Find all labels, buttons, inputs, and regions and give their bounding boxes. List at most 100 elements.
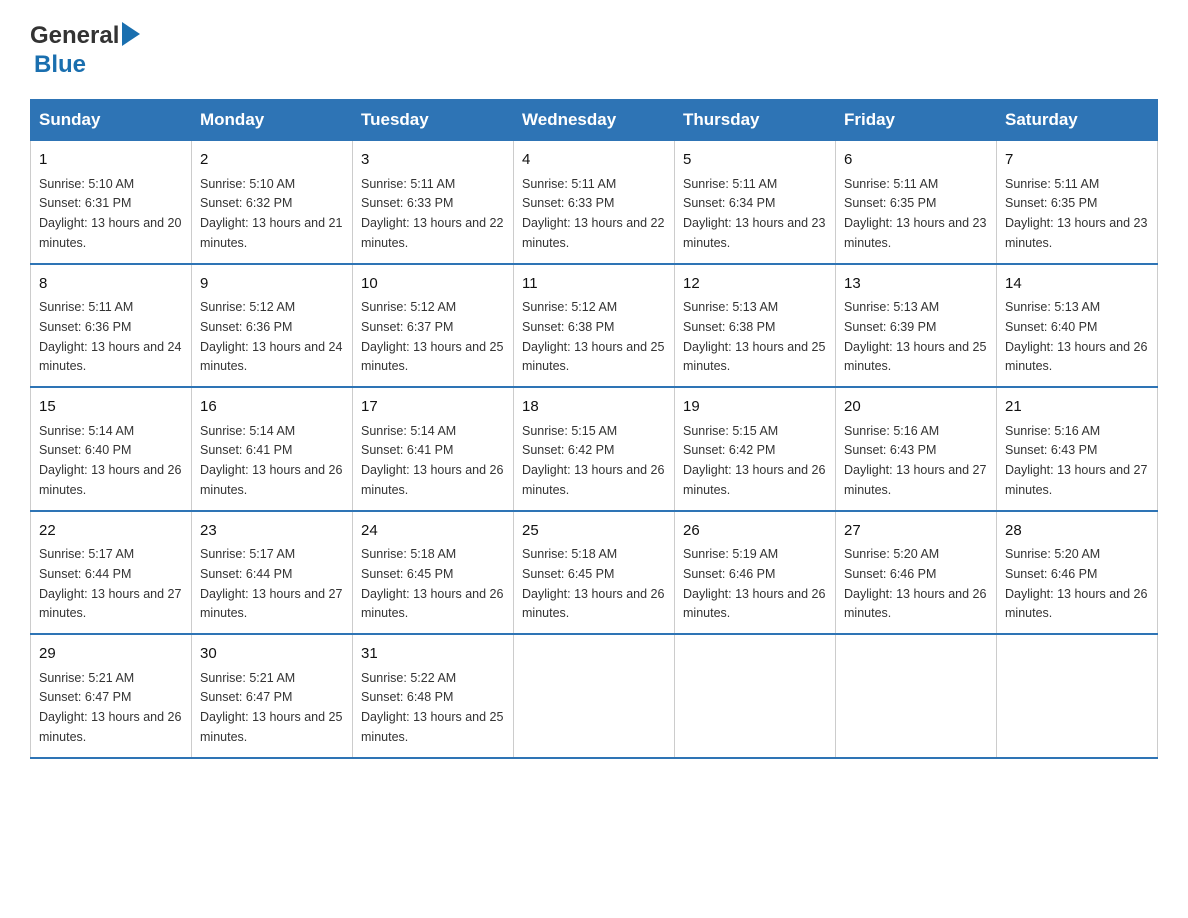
day-info: Sunrise: 5:22 AMSunset: 6:48 PMDaylight:…	[361, 671, 503, 744]
day-number: 25	[522, 520, 666, 543]
calendar-cell	[675, 634, 836, 758]
calendar-table: SundayMondayTuesdayWednesdayThursdayFrid…	[30, 99, 1158, 759]
calendar-cell: 21 Sunrise: 5:16 AMSunset: 6:43 PMDayligh…	[997, 387, 1158, 511]
calendar-header: SundayMondayTuesdayWednesdayThursdayFrid…	[31, 100, 1158, 141]
day-number: 18	[522, 396, 666, 419]
calendar-cell: 18 Sunrise: 5:15 AMSunset: 6:42 PMDayligh…	[514, 387, 675, 511]
day-header-tuesday: Tuesday	[353, 100, 514, 141]
calendar-cell: 16Sunrise: 5:14 AMSunset: 6:41 PMDayligh…	[192, 387, 353, 511]
calendar-cell	[836, 634, 997, 758]
day-header-thursday: Thursday	[675, 100, 836, 141]
day-info: Sunrise: 5:19 AMSunset: 6:46 PMDaylight:…	[683, 547, 825, 620]
calendar-cell: 4Sunrise: 5:11 AMSunset: 6:33 PMDaylight…	[514, 141, 675, 264]
calendar-cell: 19 Sunrise: 5:15 AMSunset: 6:42 PMDayligh…	[675, 387, 836, 511]
day-number: 29	[39, 643, 183, 666]
day-number: 6	[844, 149, 988, 172]
day-number: 7	[1005, 149, 1149, 172]
calendar-cell	[514, 634, 675, 758]
logo: General Blue	[30, 20, 140, 79]
day-number: 2	[200, 149, 344, 172]
calendar-body: 1Sunrise: 5:10 AMSunset: 6:31 PMDaylight…	[31, 141, 1158, 758]
day-info: Sunrise: 5:12 AMSunset: 6:36 PMDaylight:…	[200, 300, 342, 373]
calendar-cell: 25 Sunrise: 5:18 AMSunset: 6:45 PMDayligh…	[514, 511, 675, 635]
day-header-friday: Friday	[836, 100, 997, 141]
day-number: 19	[683, 396, 827, 419]
calendar-cell: 28Sunrise: 5:20 AMSunset: 6:46 PMDayligh…	[997, 511, 1158, 635]
calendar-cell: 29 Sunrise: 5:21 AMSunset: 6:47 PMDayligh…	[31, 634, 192, 758]
day-info: Sunrise: 5:16 AMSunset: 6:43 PMDaylight:…	[1005, 424, 1147, 497]
calendar-cell: 26 Sunrise: 5:19 AMSunset: 6:46 PMDayligh…	[675, 511, 836, 635]
day-header-wednesday: Wednesday	[514, 100, 675, 141]
day-info: Sunrise: 5:11 AMSunset: 6:36 PMDaylight:…	[39, 300, 181, 373]
calendar-week-2: 8 Sunrise: 5:11 AMSunset: 6:36 PMDaylight…	[31, 264, 1158, 388]
day-number: 9	[200, 273, 344, 296]
day-info: Sunrise: 5:15 AMSunset: 6:42 PMDaylight:…	[522, 424, 664, 497]
calendar-week-3: 15Sunrise: 5:14 AMSunset: 6:40 PMDayligh…	[31, 387, 1158, 511]
day-number: 3	[361, 149, 505, 172]
calendar-week-5: 29 Sunrise: 5:21 AMSunset: 6:47 PMDayligh…	[31, 634, 1158, 758]
day-number: 21	[1005, 396, 1149, 419]
day-info: Sunrise: 5:17 AMSunset: 6:44 PMDaylight:…	[200, 547, 342, 620]
calendar-cell: 24 Sunrise: 5:18 AMSunset: 6:45 PMDayligh…	[353, 511, 514, 635]
day-number: 23	[200, 520, 344, 543]
day-number: 10	[361, 273, 505, 296]
day-number: 8	[39, 273, 183, 296]
day-info: Sunrise: 5:12 AMSunset: 6:38 PMDaylight:…	[522, 300, 664, 373]
day-number: 26	[683, 520, 827, 543]
calendar-cell: 17Sunrise: 5:14 AMSunset: 6:41 PMDayligh…	[353, 387, 514, 511]
day-info: Sunrise: 5:18 AMSunset: 6:45 PMDaylight:…	[522, 547, 664, 620]
day-info: Sunrise: 5:21 AMSunset: 6:47 PMDaylight:…	[39, 671, 181, 744]
calendar-cell: 10Sunrise: 5:12 AMSunset: 6:37 PMDayligh…	[353, 264, 514, 388]
calendar-cell: 7 Sunrise: 5:11 AMSunset: 6:35 PMDaylight…	[997, 141, 1158, 264]
day-info: Sunrise: 5:10 AMSunset: 6:32 PMDaylight:…	[200, 177, 342, 250]
calendar-cell: 14 Sunrise: 5:13 AMSunset: 6:40 PMDayligh…	[997, 264, 1158, 388]
day-info: Sunrise: 5:13 AMSunset: 6:40 PMDaylight:…	[1005, 300, 1147, 373]
logo-blue-text: Blue	[34, 51, 86, 79]
calendar-cell: 12 Sunrise: 5:13 AMSunset: 6:38 PMDayligh…	[675, 264, 836, 388]
day-info: Sunrise: 5:11 AMSunset: 6:34 PMDaylight:…	[683, 177, 825, 250]
calendar-week-1: 1Sunrise: 5:10 AMSunset: 6:31 PMDaylight…	[31, 141, 1158, 264]
calendar-week-4: 22 Sunrise: 5:17 AMSunset: 6:44 PMDayligh…	[31, 511, 1158, 635]
calendar-cell: 1Sunrise: 5:10 AMSunset: 6:31 PMDaylight…	[31, 141, 192, 264]
day-info: Sunrise: 5:20 AMSunset: 6:46 PMDaylight:…	[1005, 547, 1147, 620]
day-info: Sunrise: 5:18 AMSunset: 6:45 PMDaylight:…	[361, 547, 503, 620]
day-number: 30	[200, 643, 344, 666]
calendar-cell: 22 Sunrise: 5:17 AMSunset: 6:44 PMDayligh…	[31, 511, 192, 635]
calendar-cell: 30 Sunrise: 5:21 AMSunset: 6:47 PMDayligh…	[192, 634, 353, 758]
logo-triangle	[122, 22, 140, 51]
calendar-cell: 2 Sunrise: 5:10 AMSunset: 6:32 PMDaylight…	[192, 141, 353, 264]
day-info: Sunrise: 5:10 AMSunset: 6:31 PMDaylight:…	[39, 177, 181, 250]
day-header-sunday: Sunday	[31, 100, 192, 141]
calendar-cell: 20Sunrise: 5:16 AMSunset: 6:43 PMDayligh…	[836, 387, 997, 511]
day-header-monday: Monday	[192, 100, 353, 141]
calendar-cell: 9 Sunrise: 5:12 AMSunset: 6:36 PMDaylight…	[192, 264, 353, 388]
day-number: 13	[844, 273, 988, 296]
day-info: Sunrise: 5:11 AMSunset: 6:33 PMDaylight:…	[361, 177, 503, 250]
day-info: Sunrise: 5:13 AMSunset: 6:38 PMDaylight:…	[683, 300, 825, 373]
day-info: Sunrise: 5:21 AMSunset: 6:47 PMDaylight:…	[200, 671, 342, 744]
day-number: 12	[683, 273, 827, 296]
calendar-cell: 27 Sunrise: 5:20 AMSunset: 6:46 PMDayligh…	[836, 511, 997, 635]
day-number: 27	[844, 520, 988, 543]
day-header-saturday: Saturday	[997, 100, 1158, 141]
day-number: 31	[361, 643, 505, 666]
day-info: Sunrise: 5:20 AMSunset: 6:46 PMDaylight:…	[844, 547, 986, 620]
calendar-cell: 15Sunrise: 5:14 AMSunset: 6:40 PMDayligh…	[31, 387, 192, 511]
day-info: Sunrise: 5:15 AMSunset: 6:42 PMDaylight:…	[683, 424, 825, 497]
day-info: Sunrise: 5:16 AMSunset: 6:43 PMDaylight:…	[844, 424, 986, 497]
day-info: Sunrise: 5:11 AMSunset: 6:35 PMDaylight:…	[1005, 177, 1147, 250]
page-header: General Blue	[30, 20, 1158, 79]
calendar-cell	[997, 634, 1158, 758]
day-info: Sunrise: 5:14 AMSunset: 6:41 PMDaylight:…	[200, 424, 342, 497]
day-number: 14	[1005, 273, 1149, 296]
day-info: Sunrise: 5:17 AMSunset: 6:44 PMDaylight:…	[39, 547, 181, 620]
calendar-cell: 5 Sunrise: 5:11 AMSunset: 6:34 PMDaylight…	[675, 141, 836, 264]
calendar-cell: 11 Sunrise: 5:12 AMSunset: 6:38 PMDayligh…	[514, 264, 675, 388]
day-number: 11	[522, 273, 666, 296]
day-number: 22	[39, 520, 183, 543]
day-number: 5	[683, 149, 827, 172]
calendar-cell: 8 Sunrise: 5:11 AMSunset: 6:36 PMDaylight…	[31, 264, 192, 388]
calendar-cell: 23 Sunrise: 5:17 AMSunset: 6:44 PMDayligh…	[192, 511, 353, 635]
header-row: SundayMondayTuesdayWednesdayThursdayFrid…	[31, 100, 1158, 141]
day-number: 24	[361, 520, 505, 543]
